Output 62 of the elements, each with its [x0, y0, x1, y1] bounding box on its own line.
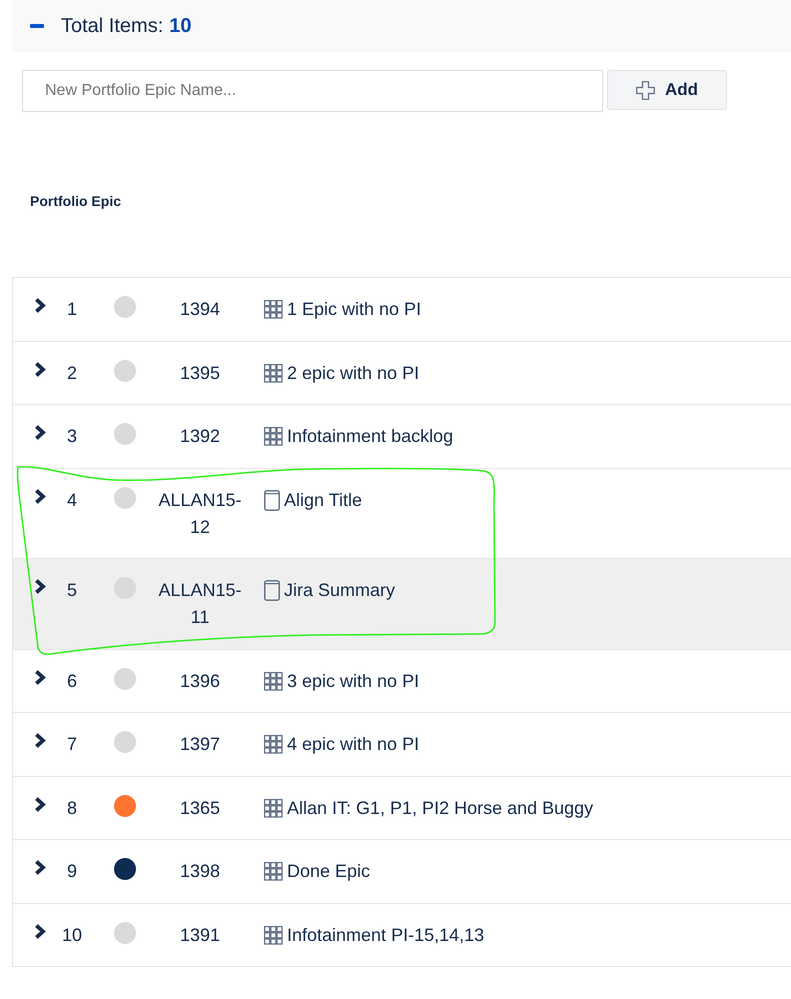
epic-title[interactable]: 3 epic with no PI	[287, 668, 420, 694]
table-row[interactable]: 4 ALLAN15-12 Align Title	[13, 468, 791, 559]
epic-key: 1391	[180, 922, 220, 948]
chevron-icon[interactable]	[34, 579, 46, 594]
chevron-icon[interactable]	[34, 488, 46, 504]
chevron-icon[interactable]	[34, 924, 46, 938]
epic-key: 1398	[180, 858, 220, 885]
epic-title[interactable]: Infotainment backlog	[287, 423, 454, 450]
epic-key: 1395	[180, 360, 220, 386]
total-items-count: 10	[169, 14, 192, 38]
grid-icon	[264, 735, 283, 754]
row-number: 10	[62, 924, 82, 944]
epic-title[interactable]: Align Title	[284, 486, 362, 514]
table-row[interactable]: 8 1365 Allan IT: G1, P1, PI2 Horse and Buggy	[13, 776, 791, 840]
epic-key: 1397	[180, 731, 220, 758]
row-number: 4	[66, 490, 77, 510]
row-number: 6	[66, 670, 77, 690]
row-number: 3	[66, 426, 77, 446]
chevron-icon[interactable]	[34, 860, 46, 875]
epic-key: 1394	[180, 296, 220, 323]
epic-name-input[interactable]: New Portfolio Epic Name...	[22, 70, 603, 112]
grid-icon	[264, 672, 283, 690]
page-icon	[264, 580, 280, 601]
plus-icon	[636, 80, 655, 100]
table-row[interactable]: 5 ALLAN15-11 Jira Summary	[13, 559, 791, 650]
epic-title[interactable]: 4 epic with no PI	[287, 731, 420, 758]
table-row[interactable]: 10 1391 Infotainment PI-15,14,13	[13, 904, 791, 967]
row-number: 5	[66, 580, 77, 600]
column-header: Portfolio Epic	[30, 192, 121, 210]
row-number: 1	[66, 299, 77, 319]
epic-title[interactable]: Jira Summary	[284, 577, 396, 604]
row-number: 9	[66, 861, 77, 881]
epic-key: ALLAN15-12	[154, 486, 246, 540]
grid-icon	[264, 300, 283, 319]
grid-icon	[264, 427, 283, 446]
table-row[interactable]: 2 1395 2 epic with no PI	[13, 342, 791, 405]
page-icon	[264, 490, 280, 510]
total-items-label: Total Items:	[61, 14, 164, 38]
grid-icon	[264, 798, 283, 818]
epic-key: 1365	[180, 794, 220, 822]
epic-key: 1392	[180, 423, 220, 450]
row-number: 8	[66, 798, 77, 818]
chevron-icon[interactable]	[34, 425, 46, 440]
epic-key: ALLAN15-11	[154, 577, 246, 631]
chevron-icon[interactable]	[34, 362, 46, 376]
chevron-icon[interactable]	[34, 796, 46, 812]
chevron-icon[interactable]	[34, 670, 46, 684]
epic-title[interactable]: Done Epic	[287, 858, 370, 885]
add-button[interactable]: Add	[607, 70, 727, 110]
grid-icon	[264, 926, 283, 944]
grid-icon	[264, 364, 283, 382]
epic-title[interactable]: Allan IT: G1, P1, PI2 Horse and Buggy	[287, 794, 594, 822]
chevron-icon[interactable]	[34, 298, 46, 313]
chevron-icon[interactable]	[34, 733, 46, 748]
row-number: 2	[66, 362, 77, 382]
table-row[interactable]: 6 1396 3 epic with no PI	[13, 650, 791, 713]
epic-title[interactable]: 2 epic with no PI	[287, 360, 420, 386]
grid-icon	[264, 862, 283, 881]
epic-title[interactable]: 1 Epic with no PI	[287, 296, 422, 323]
epic-title[interactable]: Infotainment PI-15,14,13	[287, 922, 484, 948]
row-number: 7	[66, 734, 77, 754]
epic-key: 1396	[180, 668, 220, 694]
